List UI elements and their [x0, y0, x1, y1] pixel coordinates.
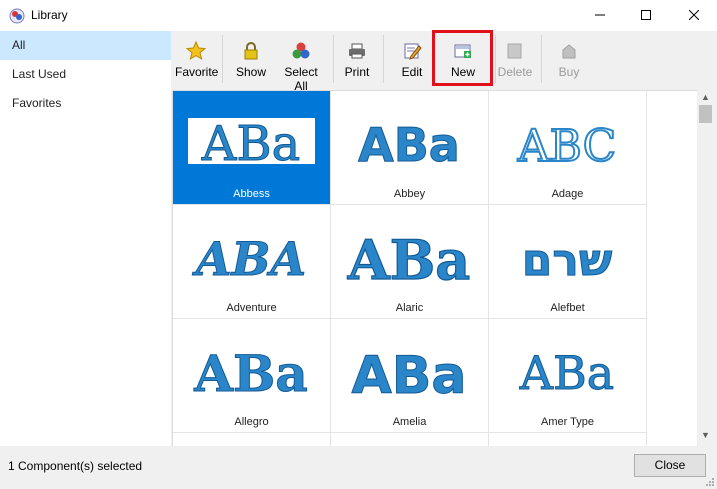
font-preview: ABC: [516, 120, 618, 173]
font-sample: ABA: [192, 232, 306, 286]
show-button[interactable]: Show: [231, 35, 271, 87]
delete-button[interactable]: Delete: [497, 35, 533, 87]
font-name: Abbess: [233, 188, 270, 200]
close-button[interactable]: Close: [634, 454, 706, 477]
select-all-button[interactable]: Select All: [277, 35, 325, 93]
font-grid: ABa Abbess ABa Abbey ABC Adage ABA Adven…: [172, 90, 698, 447]
scroll-down-icon[interactable]: ▼: [701, 430, 710, 440]
sidebar-item-last-used[interactable]: Last Used: [0, 60, 171, 89]
minimize-button[interactable]: [577, 0, 623, 31]
font-tile[interactable]: ABa Amelia: [331, 319, 489, 433]
font-preview: ABa: [193, 344, 308, 404]
buy-icon: [562, 44, 576, 59]
vertical-scrollbar[interactable]: ▲ ▼: [697, 90, 715, 445]
font-name: Amer Type: [541, 416, 594, 428]
font-preview: ABa: [351, 346, 467, 407]
font-tile[interactable]: [173, 433, 331, 446]
font-name: Amelia: [392, 416, 427, 428]
font-sample: ABa: [519, 346, 614, 400]
font-sample: ABC: [517, 121, 617, 172]
favorite-label: Favorite: [175, 65, 219, 79]
sidebar-item-favorites[interactable]: Favorites: [0, 89, 171, 118]
lock-icon: [244, 42, 258, 60]
show-label: Show: [235, 65, 267, 79]
resize-grip-icon[interactable]: [705, 477, 715, 487]
toolbar-separator: [541, 35, 542, 83]
font-tile[interactable]: ABa Abbess: [173, 91, 331, 205]
font-preview: ABa: [518, 346, 614, 401]
select-all-icon: [292, 42, 310, 59]
font-sample: ABa: [358, 118, 460, 172]
edit-label: Edit: [401, 65, 423, 79]
edit-button[interactable]: Edit: [397, 35, 427, 87]
maximize-button[interactable]: [623, 0, 669, 31]
font-preview: ABA: [191, 232, 306, 287]
close-window-button[interactable]: [671, 0, 717, 31]
font-sample: שרם: [522, 235, 613, 286]
selection-status: 1 Component(s) selected: [8, 459, 143, 473]
maximize-icon: [641, 10, 651, 20]
edit-icon: [404, 43, 422, 60]
font-tile[interactable]: ABa Allegro: [173, 319, 331, 433]
close-icon: [688, 9, 700, 21]
scrollbar-thumb[interactable]: [699, 105, 712, 123]
scroll-up-icon[interactable]: ▲: [701, 92, 710, 102]
buy-label: Buy: [558, 65, 580, 79]
toolbar-separator: [222, 35, 223, 83]
delete-icon: [507, 43, 522, 59]
font-tile[interactable]: ABa Alaric: [331, 205, 489, 319]
new-button-highlight: [432, 30, 493, 86]
print-label: Print: [344, 65, 370, 79]
font-tile[interactable]: [331, 433, 489, 446]
font-name: Abbey: [393, 188, 426, 200]
minimize-icon: [595, 14, 605, 16]
delete-label: Delete: [497, 65, 533, 79]
window-title: Library: [31, 8, 68, 22]
buy-button[interactable]: Buy: [554, 35, 584, 87]
sidebar: All Last Used Favorites: [0, 31, 171, 446]
star-icon: [186, 41, 206, 61]
font-sample: ABa: [193, 344, 307, 403]
font-tile[interactable]: ABA Adventure: [173, 205, 331, 319]
font-sample: ABa: [352, 346, 467, 406]
font-tile[interactable]: ABa Abbey: [331, 91, 489, 205]
toolbar-separator: [495, 35, 496, 83]
font-name: Adage: [551, 188, 584, 200]
font-preview: ABa: [188, 116, 315, 173]
font-name: Alaric: [395, 302, 424, 314]
status-bar: 1 Component(s) selected Close: [0, 446, 717, 489]
font-name: Alefbet: [550, 302, 585, 314]
font-sample: ABa: [347, 228, 471, 292]
font-preview: שרם: [521, 235, 613, 287]
font-name: Allegro: [234, 416, 269, 428]
printer-icon: [349, 43, 365, 59]
toolbar-separator: [333, 35, 334, 83]
font-tile[interactable]: ABa Amer Type: [489, 319, 647, 433]
font-tile[interactable]: [489, 433, 647, 446]
font-tile[interactable]: ABC Adage: [489, 91, 647, 205]
select-all-label: Select All: [284, 65, 318, 93]
font-tile[interactable]: שרם Alefbet: [489, 205, 647, 319]
title-bar: Library: [0, 0, 717, 31]
app-icon: [9, 8, 25, 24]
font-preview: ABa: [358, 118, 461, 173]
favorite-button[interactable]: Favorite: [175, 35, 219, 87]
font-name: Adventure: [226, 302, 277, 314]
font-sample: ABa: [201, 116, 301, 172]
toolbar-separator: [383, 35, 384, 83]
font-preview: ABa: [346, 227, 471, 292]
sidebar-item-all[interactable]: All: [0, 31, 171, 60]
print-button[interactable]: Print: [341, 35, 373, 87]
